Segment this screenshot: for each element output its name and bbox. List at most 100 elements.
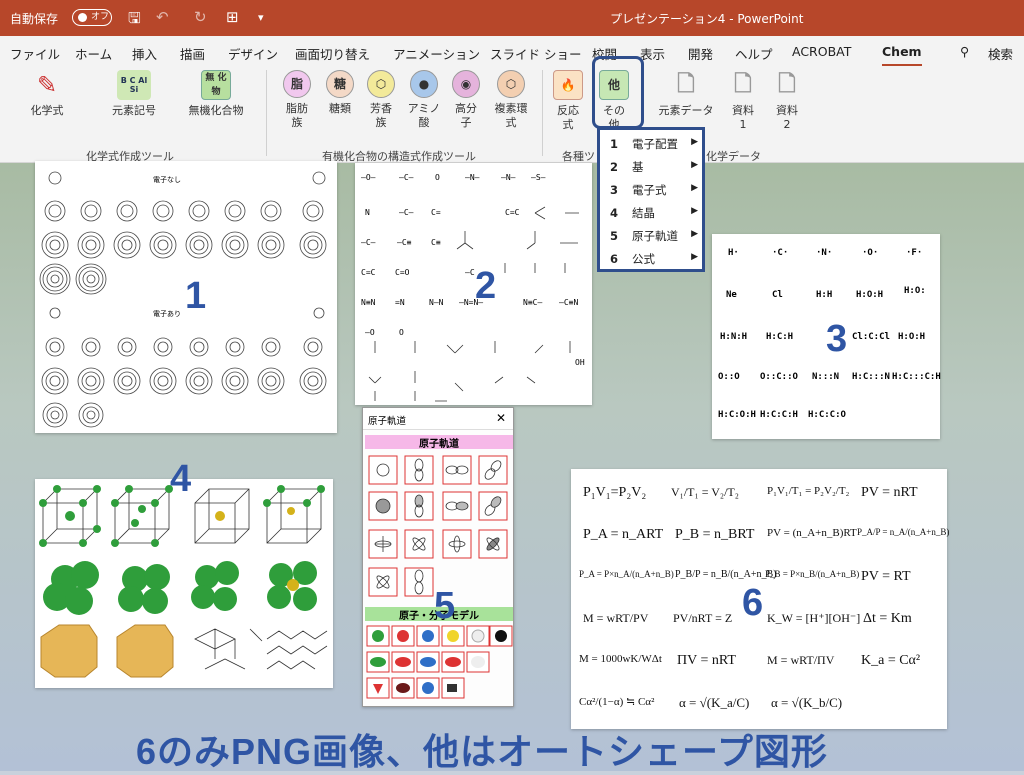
heterocycle-button[interactable]: ⬡ 複素環 式 <box>488 70 534 130</box>
formula: K_W = [H⁺][OH⁻] <box>767 611 861 625</box>
polymer-button[interactable]: ◉ 高分 子 <box>448 70 484 130</box>
benzene-icon: ⬡ <box>367 70 395 98</box>
material-1-button[interactable]: 🗋 資料 1 <box>726 70 760 132</box>
present-icon[interactable]: ⊞ <box>226 8 239 26</box>
material-2-label: 資料 <box>776 104 798 117</box>
tab-help[interactable]: ヘルプ <box>735 44 773 63</box>
flame-icon: 🔥 <box>553 70 583 100</box>
customize-qat-icon[interactable]: ▾ <box>258 11 264 24</box>
formula: PV/nRT = Z <box>673 611 733 625</box>
redo-icon[interactable]: ↻ <box>194 8 207 26</box>
functional-groups-panel: —O— —C— O —N— —N— —S— N —C— C= C=C —C— —… <box>355 163 592 405</box>
aliphatic-icon: 脂 <box>283 70 311 98</box>
tab-animations[interactable]: アニメーション <box>393 44 480 63</box>
formula: M = 1000wK/WΔt <box>579 653 662 665</box>
element-data-label: 元素データ <box>658 104 714 117</box>
model-buttons[interactable] <box>363 622 515 706</box>
bond-lines <box>368 206 579 402</box>
reaction-button[interactable]: 🔥 反応 式 <box>550 70 586 132</box>
formula: PV = nRT <box>861 485 918 500</box>
tab-acrobat[interactable]: ACROBAT <box>792 44 851 59</box>
aliphatic-label-2: 族 <box>291 116 303 129</box>
formula: P_A/P = n_A/(n_A+n_B) <box>857 527 950 537</box>
crystal-diagrams <box>39 485 328 678</box>
panel-number-6: 6 <box>742 582 764 624</box>
group-label-tools: 各種ツ <box>562 150 595 163</box>
submenu-arrow-icon: ▶ <box>691 252 698 262</box>
formula: Cα²/(1−α) ≒ Cα² <box>579 696 655 708</box>
material-2-button[interactable]: 🗋 資料 2 <box>770 70 804 132</box>
menu-item-formula[interactable]: 6 公式 ▶ <box>610 251 698 273</box>
tab-chem[interactable]: Chem <box>882 44 922 67</box>
dot-formula: H:O:H <box>898 332 926 342</box>
amino-acid-icon: ● <box>410 70 438 98</box>
aromatic-label-2: 族 <box>375 116 387 129</box>
dot-formula: H:C:::N <box>852 372 890 382</box>
tab-transitions[interactable]: 画面切り替え <box>295 44 370 63</box>
save-icon[interactable]: 🖫 <box>128 8 141 33</box>
dot-formula: ·N· <box>816 248 833 258</box>
formula: P_B = n_BRT <box>675 527 755 542</box>
panel-number-3: 3 <box>826 318 848 360</box>
document-icon: 🗋 <box>677 72 695 97</box>
aromatic-button[interactable]: ⬡ 芳香 族 <box>363 70 399 130</box>
chemical-formula-button[interactable]: ✎ 化学式 <box>22 70 72 118</box>
inorganic-compound-button[interactable]: 無 化物 無機化合物 <box>184 70 248 118</box>
crystal-structures-panel <box>35 479 333 688</box>
formula: Δt = Km <box>863 611 912 626</box>
menu-item-crystal[interactable]: 4 結晶 ▶ <box>610 205 698 227</box>
formula: V₁/T₁ = V₂/T₂ <box>671 485 739 499</box>
menu-item-electron-formula[interactable]: 3 電子式 ▶ <box>610 182 698 204</box>
tab-draw[interactable]: 描画 <box>180 44 205 63</box>
formula: P_A = n_ART <box>583 527 664 542</box>
tab-insert[interactable]: 挿入 <box>132 44 157 63</box>
dot-formula: ·O· <box>862 248 879 258</box>
element-symbol-button[interactable]: B C Al Si 元素記号 <box>106 70 162 118</box>
label-no-electrons: 電子なし <box>153 176 181 184</box>
slide-caption: 6のみPNG画像、他はオートシェープ図形 <box>136 731 828 772</box>
panel-number-1: 1 <box>185 275 207 317</box>
element-data-button[interactable]: 🗋 元素データ <box>655 70 717 118</box>
dot-formula: H:C:O:H <box>718 410 756 420</box>
dialog-title: 原子軌道 <box>368 416 407 427</box>
chemical-formula-label: 化学式 <box>30 104 64 117</box>
sugar-icon: 糖 <box>326 70 354 98</box>
formula: P_B/P = n_B/(n_A+n_B) <box>675 569 777 580</box>
menu-item-electron-config[interactable]: 1 電子配置 ▶ <box>610 136 698 158</box>
sugar-button[interactable]: 糖 糖類 <box>322 70 358 116</box>
tab-view[interactable]: 表示 <box>640 44 665 63</box>
tab-developer[interactable]: 開発 <box>688 44 713 63</box>
autosave-toggle[interactable]: オフ <box>72 9 112 26</box>
dot-formula: H:N:H <box>720 332 748 342</box>
heterocycle-label-2: 式 <box>505 116 517 129</box>
dot-formula: O::O <box>718 372 740 382</box>
tab-file[interactable]: ファイル <box>10 44 60 63</box>
reaction-label: 反応 <box>557 104 579 117</box>
polymer-icon: ◉ <box>452 70 480 98</box>
heterocycle-icon: ⬡ <box>497 70 525 98</box>
submenu-arrow-icon: ▶ <box>691 137 698 147</box>
material-1-label: 資料 <box>732 104 754 117</box>
tab-slideshow[interactable]: スライド ショー <box>490 44 581 63</box>
search-icon[interactable]: ⚲ <box>960 44 969 59</box>
menu-item-groups[interactable]: 2 基 ▶ <box>610 159 698 181</box>
element-symbol-label: 元素記号 <box>112 104 156 117</box>
material-2-label-2: 2 <box>783 118 791 131</box>
dot-formula: H· <box>728 248 739 258</box>
dot-formula: O::C::O <box>760 372 798 382</box>
close-icon[interactable]: ✕ <box>496 411 506 425</box>
menu-item-atomic-orbital[interactable]: 5 原子軌道 ▶ <box>610 228 698 250</box>
ribbon-separator <box>266 70 267 156</box>
tab-search[interactable]: 検索 <box>988 44 1013 63</box>
ribbon-tabs: ファイル ホーム 挿入 描画 デザイン 画面切り替え アニメーション スライド … <box>0 36 1024 67</box>
material-1-label-2: 1 <box>739 118 747 131</box>
inorganic-icon: 無 化物 <box>201 70 231 100</box>
undo-icon[interactable]: ↶ <box>156 8 169 26</box>
aromatic-label: 芳香 <box>370 102 392 115</box>
amino-acid-button[interactable]: ● アミノ 酸 <box>405 70 443 130</box>
tab-design[interactable]: デザイン <box>228 44 278 63</box>
tab-home[interactable]: ホーム <box>75 44 112 63</box>
dot-formula: N:::N <box>812 372 840 382</box>
aliphatic-button[interactable]: 脂 脂肪 族 <box>279 70 315 130</box>
ribbon-separator <box>542 70 543 156</box>
